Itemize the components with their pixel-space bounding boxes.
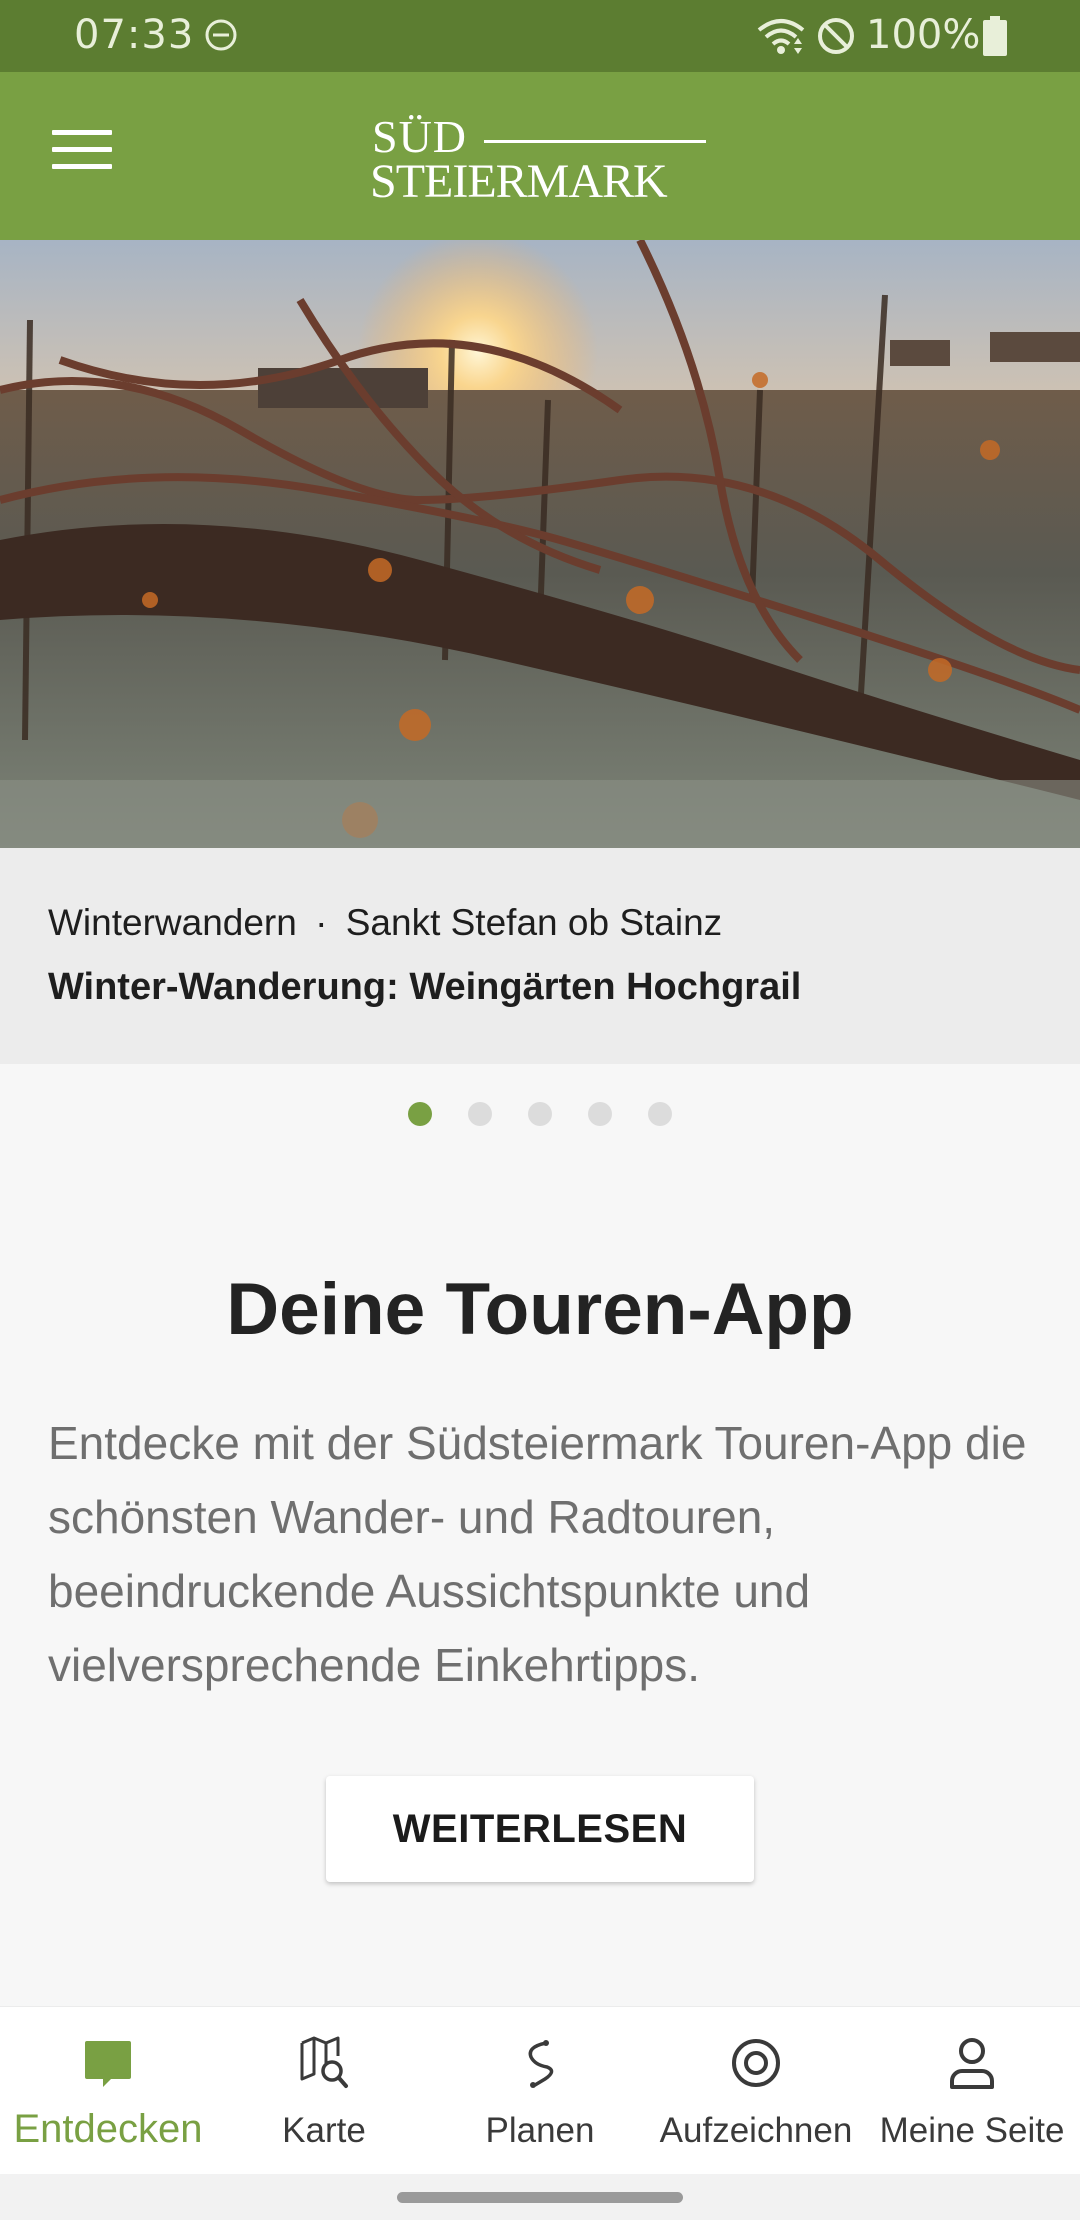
- logo-divider-line: [484, 140, 706, 143]
- carousel-dot-5[interactable]: [648, 1102, 672, 1126]
- battery-icon: [983, 16, 1007, 56]
- hero-separator: ·: [315, 902, 328, 943]
- route-plan-icon: [528, 2040, 554, 2088]
- hero-title: Winter-Wanderung: Weingärten Hochgrail: [48, 966, 802, 1008]
- nav-label-entdecken: Entdecken: [13, 2107, 203, 2151]
- nav-label-meine-seite: Meine Seite: [879, 2111, 1065, 2150]
- nav-label-planen: Planen: [485, 2111, 595, 2150]
- carousel-dot-4[interactable]: [588, 1102, 612, 1126]
- carousel-dot-3[interactable]: [528, 1102, 552, 1126]
- read-more-button[interactable]: WEITERLESEN: [326, 1776, 754, 1882]
- wifi-icon: [757, 19, 805, 54]
- gesture-area: [0, 2174, 1080, 2220]
- hero-image[interactable]: [0, 240, 1080, 848]
- hero-location: Sankt Stefan ob Stainz: [345, 902, 723, 943]
- do-not-disturb-icon: [205, 19, 237, 51]
- status-bar: 07:33 100%: [0, 0, 1080, 72]
- nav-item-entdecken[interactable]: Entdecken: [0, 2007, 216, 2175]
- map-search-icon: [300, 2036, 348, 2088]
- discover-icon: [85, 2041, 131, 2087]
- hero-category: Winterwandern: [48, 902, 297, 943]
- blocked-icon: [818, 18, 854, 54]
- nav-item-karte[interactable]: Karte: [216, 2007, 432, 2175]
- intro-headline: Deine Touren-App: [226, 1269, 854, 1350]
- hero-caption[interactable]: Winterwandern · Sankt Stefan ob Stainz W…: [0, 848, 1080, 1064]
- app-bar: SÜD STEIERMARK: [0, 72, 1080, 240]
- carousel-dot-2[interactable]: [468, 1102, 492, 1126]
- battery-percentage: 100%: [866, 12, 981, 58]
- logo-text-line2: STEIERMARK: [370, 155, 668, 208]
- nav-item-planen[interactable]: Planen: [432, 2007, 648, 2175]
- nav-label-karte: Karte: [282, 2111, 366, 2150]
- bottom-navigation: Entdecken Karte Planen Aufzeichnen Meine…: [0, 2006, 1080, 2175]
- intro-text: Entdecke mit der Südsteiermark Touren-Ap…: [48, 1417, 1027, 1691]
- nav-label-aufzeichnen: Aufzeichnen: [659, 2111, 853, 2150]
- carousel-dot-1[interactable]: [408, 1102, 432, 1126]
- status-time: 07:33: [74, 12, 195, 58]
- nav-item-aufzeichnen[interactable]: Aufzeichnen: [648, 2007, 864, 2175]
- hamburger-menu-icon[interactable]: [52, 130, 112, 178]
- nav-item-meine-seite[interactable]: Meine Seite: [864, 2007, 1080, 2175]
- gesture-handle[interactable]: [397, 2192, 683, 2203]
- hero-meta: Winterwandern · Sankt Stefan ob Stainz: [48, 902, 722, 944]
- profile-icon: [950, 2038, 994, 2089]
- app-logo: SÜD STEIERMARK: [370, 111, 710, 208]
- record-icon: [732, 2039, 780, 2087]
